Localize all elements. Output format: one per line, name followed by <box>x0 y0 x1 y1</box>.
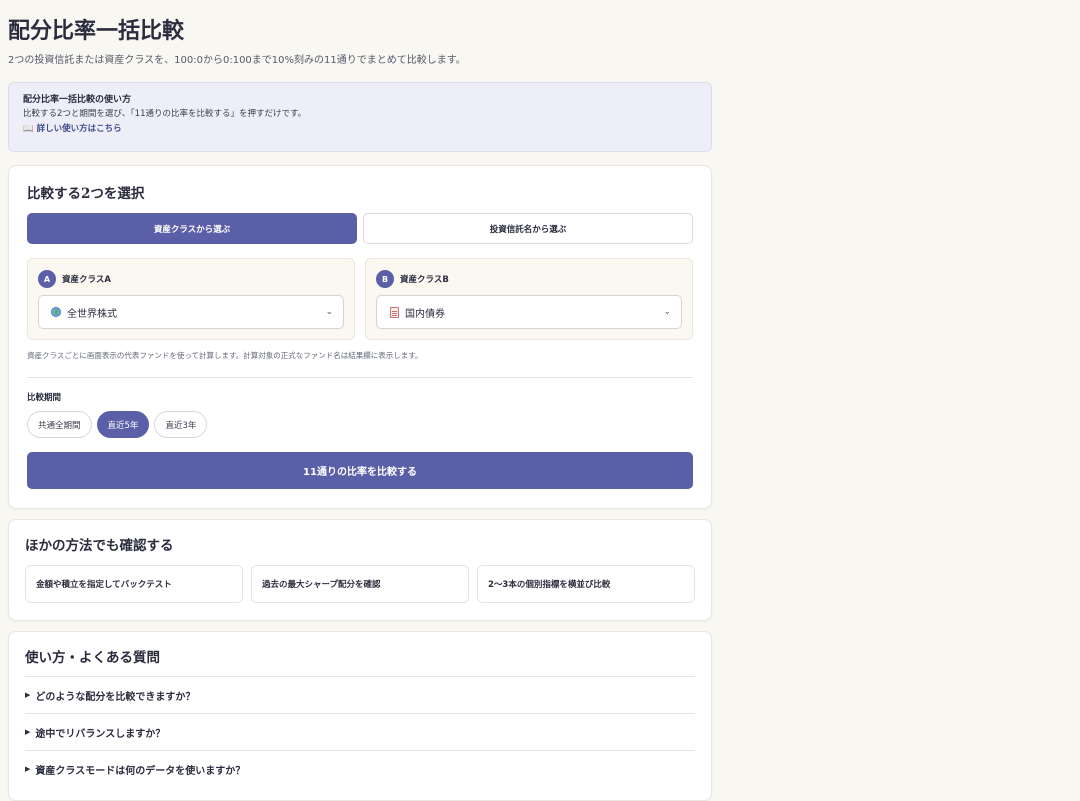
badge-b: B <box>376 270 394 288</box>
compare-button[interactable]: 11通りの比率を比較する <box>27 452 693 489</box>
picker-b-label: 資産クラスB <box>400 275 449 285</box>
page-title: 配分比率一括比較 <box>8 18 185 44</box>
faq-heading: 使い方・よくある質問 <box>25 650 160 666</box>
asset-class-a-select[interactable]: 全世界株式 ⌄ <box>38 295 344 329</box>
faq-item[interactable]: ▶ 資産クラスモードは何のデータを使いますか？ <box>25 750 695 787</box>
divider <box>27 377 693 378</box>
max-sharpe-link[interactable]: 過去の最大シャープ配分を確認 <box>251 565 469 603</box>
faq-question: どのような配分を比較できますか？ <box>35 691 196 703</box>
asset-class-a-value: 全世界株式 <box>67 308 117 320</box>
badge-a: A <box>38 270 56 288</box>
backtest-link[interactable]: 金額や積立を指定してバックテスト <box>25 565 243 603</box>
page-description: 2つの投資信託または資産クラスを、100:0から0:100まで10%刻みの11通… <box>8 55 466 66</box>
period-label: 比較期間 <box>27 393 62 403</box>
page: 配分比率一括比較 2つの投資信託または資産クラスを、100:0から0:100まで… <box>8 0 712 801</box>
help-box: 配分比率一括比較の使い方 比較する2つと期間を選び、「11通りの比率を比較する」… <box>8 82 712 152</box>
other-methods-heading: ほかの方法でも確認する <box>25 538 174 554</box>
help-link-label: 詳しい使い方はこちら <box>36 124 122 134</box>
picker-a-label: 資産クラスA <box>62 275 111 285</box>
chevron-down-icon: ⌄ <box>663 307 671 317</box>
faq-question: 途中でリバランスしますか？ <box>35 728 166 740</box>
help-text: 比較する2つと期間を選び、「11通りの比率を比較する」を押すだけです。 <box>23 109 307 119</box>
book-icon: 📖 <box>23 124 34 134</box>
picker-a-header: A 資産クラスA <box>38 269 344 289</box>
other-methods-row: 金額や積立を指定してバックテスト 過去の最大シャープ配分を確認 2〜3本の個別指… <box>25 565 695 603</box>
picker-row: A 資産クラスA 全世界株式 ⌄ B 資産クラスB 国内債券 ⌄ <box>27 258 693 340</box>
asset-class-b-value: 国内債券 <box>405 308 445 320</box>
faq-list: ▶ どのような配分を比較できますか？ ▶ 途中でリバランスしますか？ ▶ 資産ク… <box>25 676 695 787</box>
globe-icon <box>49 307 63 317</box>
triangle-right-icon: ▶ <box>25 728 31 736</box>
calculation-note: 資産クラスごとに画面表示の代表ファンドを使って計算します。計算対象の正式なファン… <box>27 351 423 360</box>
picker-b-header: B 資産クラスB <box>376 269 682 289</box>
selection-heading: 比較する2つを選択 <box>27 186 145 202</box>
triangle-right-icon: ▶ <box>25 691 31 699</box>
help-title: 配分比率一括比較の使い方 <box>23 95 132 105</box>
tab-asset-class[interactable]: 資産クラスから選ぶ <box>27 213 357 244</box>
faq-item[interactable]: ▶ どのような配分を比較できますか？ <box>25 676 695 713</box>
period-pills: 共通全期間 直近5年 直近3年 <box>27 411 693 438</box>
period-5y[interactable]: 直近5年 <box>96 411 150 438</box>
triangle-right-icon: ▶ <box>25 765 31 773</box>
faq-card: 使い方・よくある質問 ▶ どのような配分を比較できますか？ ▶ 途中でリバランス… <box>8 631 712 801</box>
document-icon <box>387 306 401 318</box>
selection-card: 比較する2つを選択 資産クラスから選ぶ 投資信託名から選ぶ A 資産クラスA 全… <box>8 165 712 509</box>
other-methods-card: ほかの方法でも確認する 金額や積立を指定してバックテスト 過去の最大シャープ配分… <box>8 519 712 621</box>
period-all[interactable]: 共通全期間 <box>27 411 92 438</box>
chevron-down-icon: ⌄ <box>325 307 333 317</box>
faq-question: 資産クラスモードは何のデータを使いますか？ <box>35 765 246 777</box>
mode-tabs: 資産クラスから選ぶ 投資信託名から選ぶ <box>27 213 693 244</box>
indicator-compare-link[interactable]: 2〜3本の個別指標を横並び比較 <box>477 565 695 603</box>
picker-b: B 資産クラスB 国内債券 ⌄ <box>365 258 693 340</box>
faq-item[interactable]: ▶ 途中でリバランスしますか？ <box>25 713 695 750</box>
period-3y[interactable]: 直近3年 <box>154 411 208 438</box>
tab-fund-name[interactable]: 投資信託名から選ぶ <box>363 213 693 244</box>
help-link[interactable]: 📖 詳しい使い方はこちら <box>23 122 697 137</box>
picker-a: A 資産クラスA 全世界株式 ⌄ <box>27 258 355 340</box>
asset-class-b-select[interactable]: 国内債券 ⌄ <box>376 295 682 329</box>
